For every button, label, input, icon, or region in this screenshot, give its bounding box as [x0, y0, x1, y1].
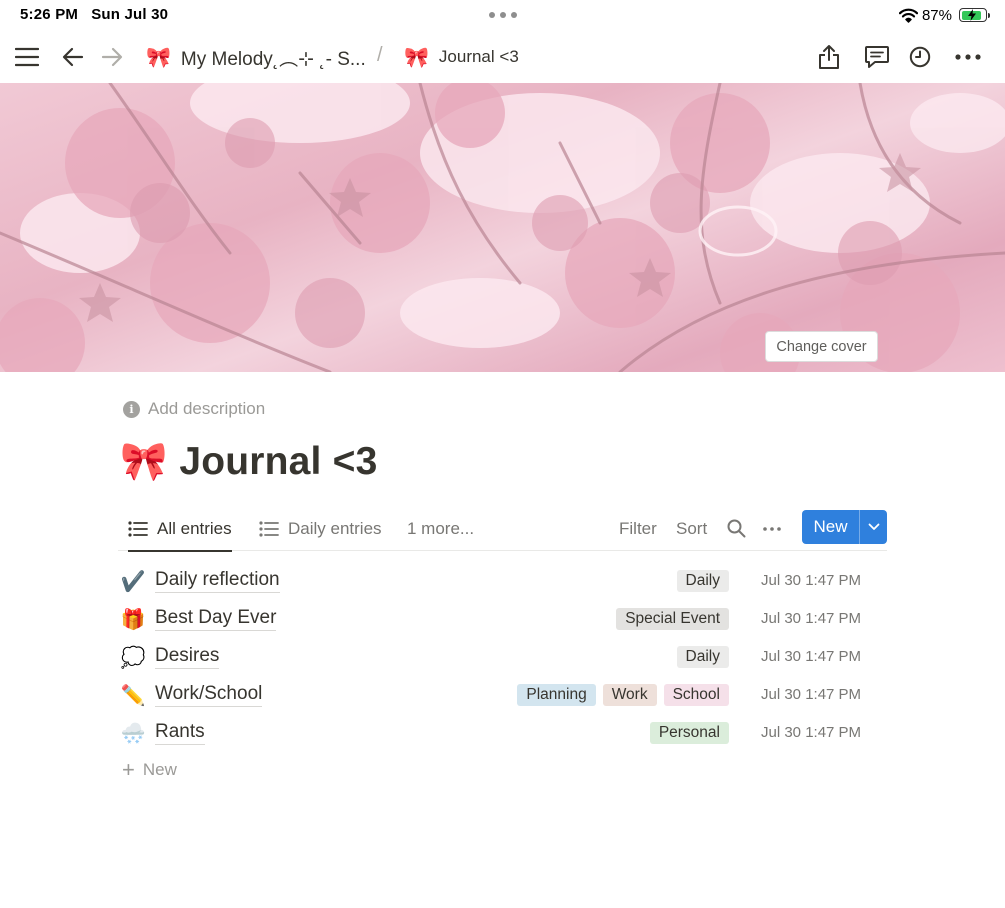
tag-planning: Planning: [517, 684, 596, 706]
search-button[interactable]: [727, 506, 746, 551]
entry-tags: Personal: [649, 722, 729, 744]
entry-tags: Daily: [676, 570, 729, 592]
battery-percent: 87%: [921, 6, 952, 24]
new-entry-split-button: New: [802, 510, 887, 544]
view-options-button[interactable]: [763, 506, 781, 551]
clock-icon: [909, 46, 931, 68]
status-date: Sun Jul 30: [91, 6, 169, 23]
breadcrumb-workspace[interactable]: 🎀 My Melody˛︵⊹ ˛- S...: [146, 42, 366, 72]
check-mark-icon: ✔️: [120, 570, 146, 593]
add-new-entry-row[interactable]: + New: [118, 752, 887, 788]
database-view-bar: All entries Daily entries 1 more... Filt…: [118, 506, 887, 552]
ribbon-bow-icon: 🎀: [404, 46, 429, 69]
table-row[interactable]: ✏️ Work/School Planning Work School Jul …: [118, 676, 887, 714]
entry-created-date: Jul 30 1:47 PM: [761, 686, 862, 703]
entry-tags: Special Event: [616, 608, 729, 630]
plus-icon: +: [122, 757, 135, 782]
battery-icon: [959, 8, 990, 22]
entry-tags: Daily: [676, 646, 729, 668]
tab-more-views[interactable]: 1 more...: [407, 506, 474, 551]
more-icon: [763, 526, 781, 531]
entries-list: ✔️ Daily reflection Daily Jul 30 1:47 PM…: [118, 562, 887, 788]
tab-daily-entries-label: Daily entries: [288, 518, 382, 538]
entry-created-date: Jul 30 1:47 PM: [761, 610, 862, 627]
table-row[interactable]: 🎁 Best Day Ever Special Event Jul 30 1:4…: [118, 600, 887, 638]
page-icon-ribbon-bow[interactable]: 🎀: [120, 440, 167, 484]
page-title-row: 🎀 Journal <3: [120, 436, 378, 488]
menu-icon: [15, 47, 39, 67]
entry-title[interactable]: Daily reflection: [155, 568, 280, 593]
sort-button[interactable]: Sort: [676, 506, 707, 551]
entry-created-date: Jul 30 1:47 PM: [761, 572, 862, 589]
pencil-icon: ✏️: [120, 684, 146, 707]
thought-bubble-icon: 💭: [120, 646, 146, 669]
share-button[interactable]: [813, 41, 845, 73]
charging-bolt-icon: [968, 8, 976, 21]
menu-button[interactable]: [11, 41, 43, 73]
tag-daily: Daily: [676, 570, 729, 592]
back-button[interactable]: [57, 41, 89, 73]
tag-personal: Personal: [649, 722, 729, 744]
table-row[interactable]: 💭 Desires Daily Jul 30 1:47 PM: [118, 638, 887, 676]
back-arrow-icon: [62, 47, 84, 67]
list-icon: [259, 520, 279, 537]
gift-icon: 🎁: [120, 608, 146, 631]
more-icon: [955, 54, 981, 60]
status-bar: 5:26 PM Sun Jul 30 87%: [0, 0, 1005, 30]
add-description-button[interactable]: i Add description: [123, 398, 265, 420]
forward-button[interactable]: [96, 41, 128, 73]
snow-cloud-icon: 🌨️: [120, 722, 146, 745]
tag-school: School: [663, 684, 729, 706]
multitasking-dots-icon[interactable]: [489, 12, 517, 18]
entry-title[interactable]: Work/School: [155, 682, 263, 707]
change-cover-button[interactable]: Change cover: [765, 331, 878, 362]
nav-bar: 🎀 My Melody˛︵⊹ ˛- S... / 🎀 Journal <3: [0, 30, 1005, 83]
entry-tags: Planning Work School: [517, 684, 729, 706]
table-row[interactable]: 🌨️ Rants Personal Jul 30 1:47 PM: [118, 714, 887, 752]
tag-special-event: Special Event: [616, 608, 729, 630]
entry-title[interactable]: Best Day Ever: [155, 606, 277, 631]
tab-all-entries[interactable]: All entries: [128, 506, 232, 552]
tab-daily-entries[interactable]: Daily entries: [259, 506, 382, 551]
more-button[interactable]: [952, 41, 984, 73]
add-description-label: Add description: [148, 399, 266, 418]
comment-icon: [865, 46, 889, 68]
tag-daily: Daily: [676, 646, 729, 668]
cover-image: Change cover: [0, 83, 1005, 372]
entry-title[interactable]: Desires: [155, 644, 220, 669]
wifi-icon: [898, 8, 918, 23]
status-indicators: 87%: [898, 5, 990, 25]
entry-created-date: Jul 30 1:47 PM: [761, 648, 862, 665]
new-entry-button[interactable]: New: [802, 510, 859, 544]
comments-button[interactable]: [861, 41, 893, 73]
search-icon: [727, 519, 746, 538]
my-melody-icon: 🎀: [146, 46, 171, 69]
tag-work: Work: [602, 684, 657, 706]
new-template-dropdown[interactable]: [860, 510, 887, 544]
page-title[interactable]: Journal <3: [179, 440, 377, 484]
list-icon: [128, 520, 148, 537]
table-row[interactable]: ✔️ Daily reflection Daily Jul 30 1:47 PM: [118, 562, 887, 600]
tab-all-entries-label: All entries: [157, 518, 232, 538]
chevron-down-icon: [868, 523, 879, 530]
entry-title[interactable]: Rants: [155, 720, 205, 745]
breadcrumb-workspace-label: My Melody˛︵⊹ ˛- S...: [180, 48, 366, 70]
cherry-blossom-cover-art: [0, 83, 1005, 372]
share-icon: [819, 45, 839, 69]
entry-created-date: Jul 30 1:47 PM: [761, 724, 862, 741]
filter-button[interactable]: Filter: [619, 506, 657, 551]
forward-arrow-icon: [101, 47, 123, 67]
breadcrumb-current-label: Journal <3: [438, 47, 519, 66]
info-icon: i: [123, 400, 140, 418]
status-time: 5:26 PM: [20, 6, 79, 23]
add-new-entry-label: New: [142, 760, 177, 779]
breadcrumb-separator: /: [377, 44, 383, 66]
updates-button[interactable]: [904, 41, 936, 73]
breadcrumb-current-page[interactable]: 🎀 Journal <3: [404, 42, 519, 72]
status-time-date: 5:26 PM Sun Jul 30: [20, 6, 168, 23]
